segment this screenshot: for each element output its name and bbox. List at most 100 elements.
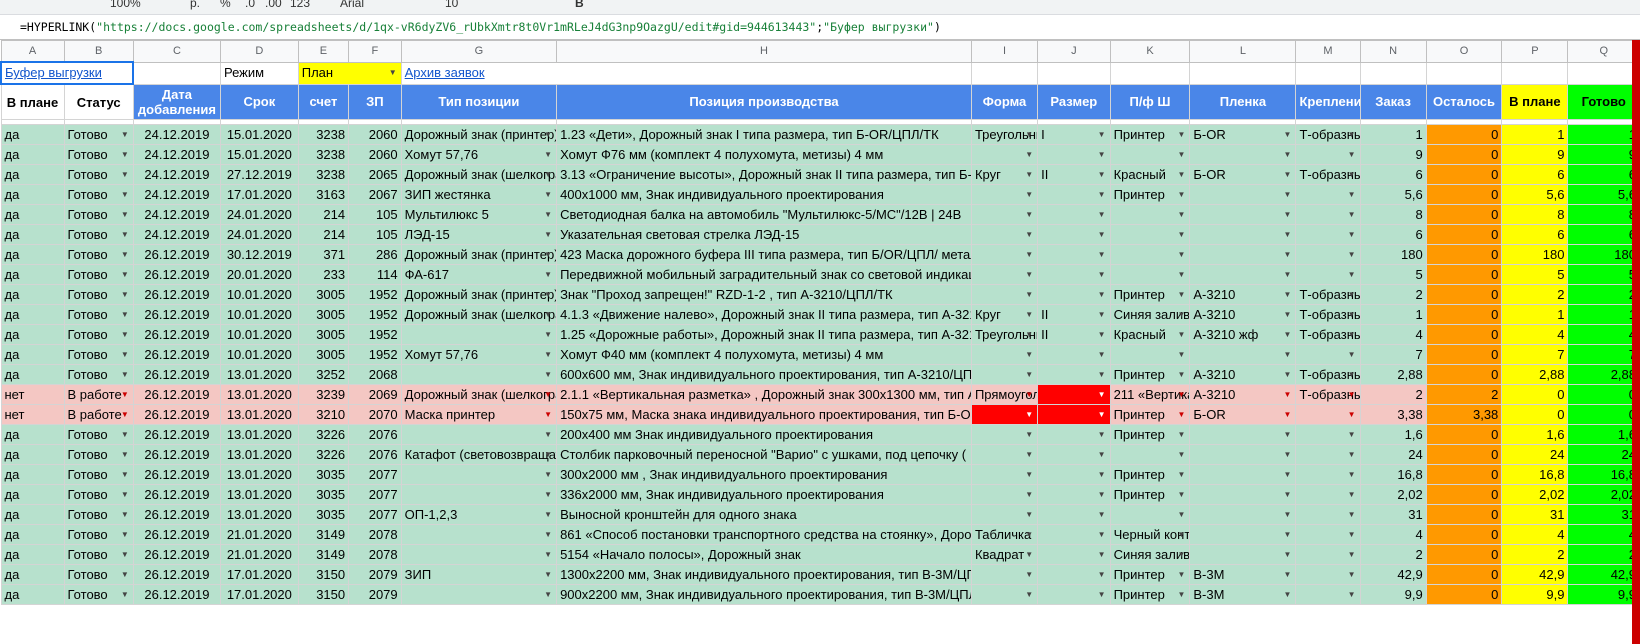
size-cell[interactable]: ▼ — [1037, 564, 1111, 585]
dropdown-arrow-icon[interactable]: ▼ — [1025, 286, 1033, 304]
zp-cell[interactable]: 286 — [348, 244, 402, 265]
date-added-cell[interactable]: 26.12.2019 — [132, 464, 222, 485]
date-added-cell[interactable]: 26.12.2019 — [132, 424, 222, 445]
decrease-decimals-button[interactable]: .0 — [245, 0, 255, 10]
zp-cell[interactable]: 2065 — [348, 164, 402, 185]
table-row[interactable]: да Готово ▼ 24.12.2019 15.01.2020 3238 2060 Хом… — [0, 144, 1640, 165]
status-cell[interactable]: Готово ▼ — [63, 304, 134, 325]
planned-cell[interactable]: 31 — [1501, 504, 1569, 525]
dropdown-arrow-icon[interactable]: ▼ — [1177, 226, 1185, 244]
remaining-cell[interactable]: 0 — [1425, 164, 1503, 185]
date-added-cell[interactable]: 24.12.2019 — [132, 184, 222, 205]
size-cell[interactable]: ▼ — [1037, 264, 1111, 285]
deadline-cell[interactable]: 17.01.2020 — [220, 564, 299, 585]
table-row[interactable]: да Готово ▼ 26.12.2019 20.01.2020 233 114 ФА-61… — [0, 264, 1640, 285]
done-cell[interactable]: 4 — [1567, 324, 1640, 345]
deadline-cell[interactable]: 13.01.2020 — [220, 384, 299, 405]
planned-cell[interactable]: 8 — [1501, 204, 1569, 225]
dropdown-arrow-icon[interactable]: ▼ — [1098, 446, 1106, 464]
invoice-cell[interactable]: 3149 — [297, 544, 350, 565]
order-cell[interactable]: 31 — [1359, 504, 1427, 525]
production-position-cell[interactable]: 5154 «Начало полосы», Дорожный знак — [556, 544, 972, 565]
remaining-cell[interactable]: 0 — [1425, 144, 1503, 165]
mount-cell[interactable]: ▼ — [1295, 344, 1361, 365]
increase-decimals-button[interactable]: .00 — [265, 0, 282, 10]
status-cell[interactable]: Готово ▼ — [63, 584, 134, 605]
position-type-cell[interactable]: Дорожный знак (принтер) ▼ — [400, 284, 558, 305]
deadline-cell[interactable]: 13.01.2020 — [220, 464, 299, 485]
planned-cell[interactable]: 5 — [1501, 264, 1569, 285]
order-cell[interactable]: 42,9 — [1359, 564, 1427, 585]
order-cell[interactable]: 9 — [1359, 144, 1427, 165]
done-cell[interactable]: 6 — [1567, 164, 1640, 185]
dropdown-arrow-icon[interactable]: ▼ — [1284, 446, 1292, 464]
zp-cell[interactable]: 2078 — [348, 544, 402, 565]
dropdown-arrow-icon[interactable]: ▼ — [1177, 406, 1185, 424]
dropdown-arrow-icon[interactable]: ▼ — [121, 406, 129, 424]
deadline-cell[interactable]: 13.01.2020 — [220, 504, 299, 525]
dropdown-arrow-icon[interactable]: ▼ — [1025, 486, 1033, 504]
status-cell[interactable]: Готово ▼ — [63, 564, 134, 585]
done-cell[interactable]: 16,8 — [1567, 464, 1640, 485]
deadline-cell[interactable]: 13.01.2020 — [220, 424, 299, 445]
deadline-cell[interactable]: 13.01.2020 — [220, 444, 299, 465]
dropdown-arrow-icon[interactable]: ▼ — [1284, 466, 1292, 484]
date-added-cell[interactable]: 26.12.2019 — [132, 584, 222, 605]
deadline-cell[interactable]: 27.12.2019 — [220, 164, 299, 185]
zp-cell[interactable]: 2076 — [348, 444, 402, 465]
order-cell[interactable]: 180 — [1359, 244, 1427, 265]
shape-cell[interactable]: Круг ▼ — [970, 164, 1039, 185]
order-cell[interactable]: 5 — [1359, 264, 1427, 285]
dropdown-arrow-icon[interactable]: ▼ — [1177, 186, 1185, 204]
more-formats-button[interactable]: 123 — [290, 0, 310, 10]
dropdown-arrow-icon[interactable]: ▼ — [1284, 146, 1292, 164]
planned-cell[interactable]: 2 — [1501, 284, 1569, 305]
dropdown-arrow-icon[interactable]: ▼ — [1025, 186, 1033, 204]
shape-cell[interactable]: ▼ — [970, 564, 1039, 585]
size-cell[interactable]: ▼ — [1037, 344, 1111, 365]
order-cell[interactable]: 2 — [1359, 384, 1427, 405]
production-position-cell[interactable]: 600x600 мм, Знак индивидуального проекти… — [556, 364, 972, 385]
dropdown-arrow-icon[interactable]: ▼ — [1177, 486, 1185, 504]
dropdown-arrow-icon[interactable]: ▼ — [1348, 346, 1356, 364]
film-cell[interactable]: ▼ — [1189, 204, 1297, 225]
empty-cell[interactable] — [1037, 61, 1111, 85]
film-cell[interactable]: ▼ — [1189, 224, 1297, 245]
dropdown-arrow-icon[interactable]: ▼ — [121, 486, 129, 504]
dropdown-arrow-icon[interactable]: ▼ — [1348, 186, 1356, 204]
dropdown-arrow-icon[interactable]: ▼ — [1025, 446, 1033, 464]
dropdown-arrow-icon[interactable]: ▼ — [1284, 186, 1292, 204]
pf-sh-cell[interactable]: Синяя заливка▼ — [1109, 304, 1191, 325]
dropdown-arrow-icon[interactable]: ▼ — [1348, 306, 1356, 324]
status-cell[interactable]: Готово ▼ — [63, 264, 134, 285]
dropdown-arrow-icon[interactable]: ▼ — [1177, 426, 1185, 444]
mount-cell[interactable]: ▼ — [1295, 464, 1361, 485]
film-cell[interactable]: ▼ — [1189, 484, 1297, 505]
header-cell[interactable]: Статус — [63, 83, 134, 120]
pf-sh-cell[interactable]: ▼ — [1109, 224, 1191, 245]
pf-sh-cell[interactable]: ▼ — [1109, 504, 1191, 525]
date-added-cell[interactable]: 24.12.2019 — [132, 224, 222, 245]
mount-cell[interactable]: ▼ — [1295, 484, 1361, 505]
invoice-cell[interactable]: 3239 — [297, 384, 350, 405]
dropdown-arrow-icon[interactable]: ▼ — [1098, 246, 1106, 264]
dropdown-arrow-icon[interactable]: ▼ — [544, 326, 552, 344]
dropdown-arrow-icon[interactable]: ▼ — [1177, 126, 1185, 144]
shape-cell[interactable]: Квадрат ▼ — [970, 544, 1039, 565]
size-cell[interactable]: ▼ — [1037, 284, 1111, 305]
dropdown-arrow-icon[interactable]: ▼ — [1098, 426, 1106, 444]
dropdown-arrow-icon[interactable]: ▼ — [544, 546, 552, 564]
dropdown-arrow-icon[interactable]: ▼ — [121, 426, 129, 444]
position-type-cell[interactable]: Дорожный знак (принтер) ▼ — [400, 124, 558, 145]
position-type-cell[interactable]: Катафот (световозвращатель)▼ — [400, 444, 558, 465]
in-plan-cell[interactable]: да — [0, 504, 65, 525]
shape-cell[interactable]: Треугольник▼ — [970, 324, 1039, 345]
header-cell[interactable]: Тип позиции — [400, 83, 558, 120]
done-cell[interactable]: 2,02 — [1567, 484, 1640, 505]
production-position-cell[interactable]: 861 «Способ постановки транспортного сре… — [556, 524, 972, 545]
dropdown-arrow-icon[interactable]: ▼ — [1025, 386, 1033, 404]
planned-cell[interactable]: 7 — [1501, 344, 1569, 365]
planned-cell[interactable]: 6 — [1501, 224, 1569, 245]
order-cell[interactable]: 7 — [1359, 344, 1427, 365]
dropdown-arrow-icon[interactable]: ▼ — [1284, 386, 1292, 404]
